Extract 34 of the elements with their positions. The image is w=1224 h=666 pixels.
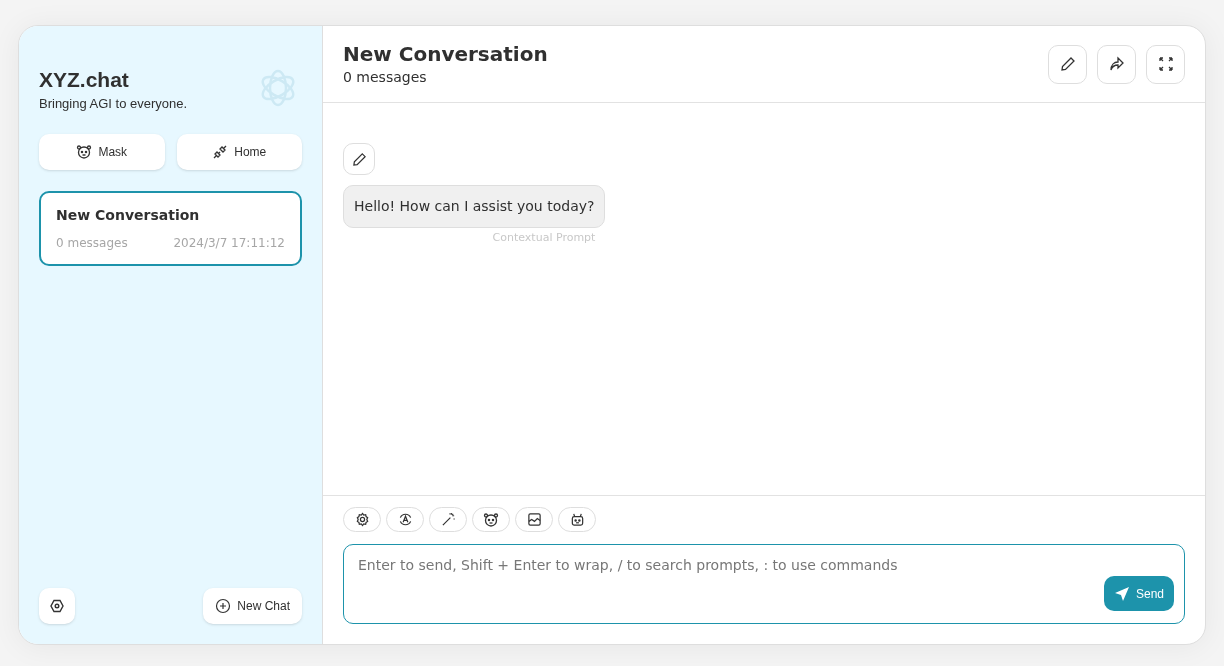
mask-button[interactable]: Mask <box>39 133 165 170</box>
conversation-message-count: 0 messages <box>56 234 128 252</box>
plus-circle-icon <box>215 598 232 614</box>
app-title: XYZ.chat <box>39 67 130 93</box>
message-bubble: Hello! How can I assist you today? <box>343 185 606 228</box>
image-icon <box>526 512 542 527</box>
conversation-title: New Conversation <box>56 205 201 225</box>
chat-title: New Conversation <box>343 40 548 67</box>
expand-icon <box>1158 57 1173 71</box>
auto-theme-icon <box>397 512 413 527</box>
fullscreen-button[interactable] <box>1146 44 1185 84</box>
message-count: 0 messages <box>343 67 428 87</box>
robot-icon <box>569 512 585 527</box>
share-arrow-icon <box>1108 56 1125 72</box>
edit-button[interactable] <box>1048 44 1087 84</box>
settings-button[interactable] <box>39 588 75 624</box>
edit-message-button[interactable] <box>343 143 375 175</box>
send-button[interactable]: Send <box>1103 576 1174 611</box>
new-chat-button[interactable]: New Chat <box>203 588 302 624</box>
message-input[interactable]: Enter to send, Shift + Enter to wrap, / to search prompts, : to use commands Send <box>343 544 1185 624</box>
conversation-item[interactable]: New Conversation 0 messages 2024/3/7 17:11:12 <box>39 190 302 266</box>
pencil-icon <box>1059 56 1076 72</box>
gear-icon <box>354 512 370 527</box>
settings-icon <box>49 598 65 614</box>
plug-icon <box>212 143 229 160</box>
bear-face-icon <box>76 143 93 160</box>
send-arrow-icon <box>1113 585 1130 602</box>
pencil-icon <box>351 151 367 167</box>
app-subtitle: Bringing AGI to everyone. <box>39 95 188 113</box>
bear-face-icon <box>483 511 499 528</box>
magic-wand-icon <box>440 512 456 527</box>
conversation-time: 2024/3/7 17:11:12 <box>173 234 285 252</box>
home-button[interactable]: Home <box>176 133 302 170</box>
share-button[interactable] <box>1097 44 1136 84</box>
